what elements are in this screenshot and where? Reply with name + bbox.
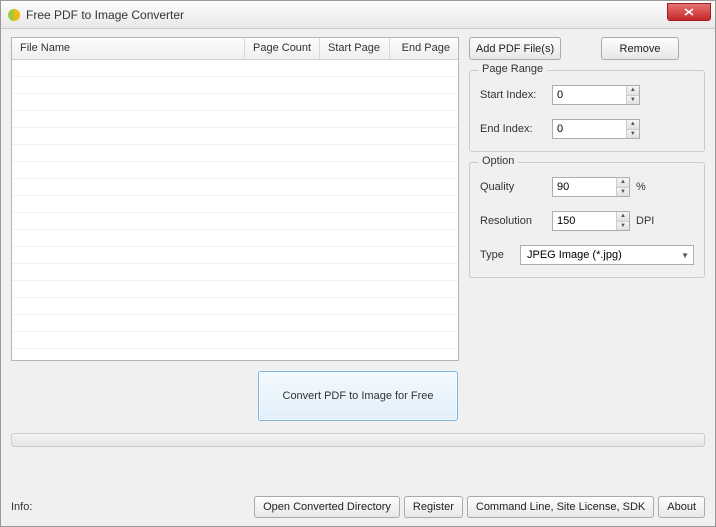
table-row	[12, 162, 458, 179]
col-page-count[interactable]: Page Count	[245, 38, 320, 59]
titlebar: Free PDF to Image Converter	[1, 1, 715, 29]
table-row	[12, 264, 458, 281]
start-index-spinner[interactable]: ▲ ▼	[552, 85, 640, 105]
table-row	[12, 230, 458, 247]
table-row	[12, 315, 458, 332]
type-value: JPEG Image (*.jpg)	[527, 249, 622, 261]
table-row	[12, 196, 458, 213]
quality-spinner[interactable]: ▲ ▼	[552, 177, 630, 197]
table-row	[12, 179, 458, 196]
cmdline-button[interactable]: Command Line, Site License, SDK	[467, 496, 654, 518]
table-row	[12, 298, 458, 315]
table-row	[12, 111, 458, 128]
start-index-input[interactable]	[553, 86, 626, 104]
end-index-input[interactable]	[553, 120, 626, 138]
type-label: Type	[480, 249, 520, 261]
add-pdf-button[interactable]: Add PDF File(s)	[469, 37, 561, 60]
info-label: Info:	[11, 501, 32, 513]
page-range-group: Page Range Start Index: ▲ ▼ End Index: ▲	[469, 70, 705, 152]
spin-up-icon[interactable]: ▲	[627, 86, 639, 96]
end-index-spinner[interactable]: ▲ ▼	[552, 119, 640, 139]
convert-button[interactable]: Convert PDF to Image for Free	[258, 371, 458, 421]
spin-down-icon[interactable]: ▼	[617, 188, 629, 197]
spin-up-icon[interactable]: ▲	[617, 212, 629, 222]
table-row	[12, 94, 458, 111]
table-header: File Name Page Count Start Page End Page	[12, 38, 458, 60]
quality-label: Quality	[480, 181, 552, 193]
col-file-name[interactable]: File Name	[12, 38, 245, 59]
close-icon	[684, 8, 694, 16]
resolution-label: Resolution	[480, 215, 552, 227]
register-button[interactable]: Register	[404, 496, 463, 518]
spin-down-icon[interactable]: ▼	[627, 96, 639, 105]
spin-down-icon[interactable]: ▼	[617, 222, 629, 231]
about-button[interactable]: About	[658, 496, 705, 518]
table-row	[12, 128, 458, 145]
close-button[interactable]	[667, 3, 711, 21]
spin-up-icon[interactable]: ▲	[627, 120, 639, 130]
spin-down-icon[interactable]: ▼	[627, 130, 639, 139]
status-bar	[11, 433, 705, 447]
table-row	[12, 213, 458, 230]
remove-button[interactable]: Remove	[601, 37, 679, 60]
file-table[interactable]: File Name Page Count Start Page End Page	[11, 37, 459, 361]
start-index-label: Start Index:	[480, 89, 552, 101]
resolution-unit: DPI	[636, 215, 654, 227]
option-group: Option Quality ▲ ▼ % Resolution ▲	[469, 162, 705, 278]
page-range-title: Page Range	[478, 63, 547, 75]
col-end-page[interactable]: End Page	[390, 38, 458, 59]
resolution-spinner[interactable]: ▲ ▼	[552, 211, 630, 231]
quality-input[interactable]	[553, 178, 616, 196]
end-index-label: End Index:	[480, 123, 552, 135]
table-row	[12, 332, 458, 349]
table-row	[12, 60, 458, 77]
spin-up-icon[interactable]: ▲	[617, 178, 629, 188]
table-row	[12, 77, 458, 94]
resolution-input[interactable]	[553, 212, 616, 230]
table-row	[12, 281, 458, 298]
table-row	[12, 247, 458, 264]
window-title: Free PDF to Image Converter	[26, 8, 184, 22]
table-body	[12, 60, 458, 358]
type-select[interactable]: JPEG Image (*.jpg) ▼	[520, 245, 694, 265]
open-directory-button[interactable]: Open Converted Directory	[254, 496, 400, 518]
chevron-down-icon: ▼	[681, 251, 689, 260]
quality-unit: %	[636, 181, 646, 193]
col-start-page[interactable]: Start Page	[320, 38, 390, 59]
table-row	[12, 145, 458, 162]
option-title: Option	[478, 155, 518, 167]
app-icon	[7, 8, 21, 22]
